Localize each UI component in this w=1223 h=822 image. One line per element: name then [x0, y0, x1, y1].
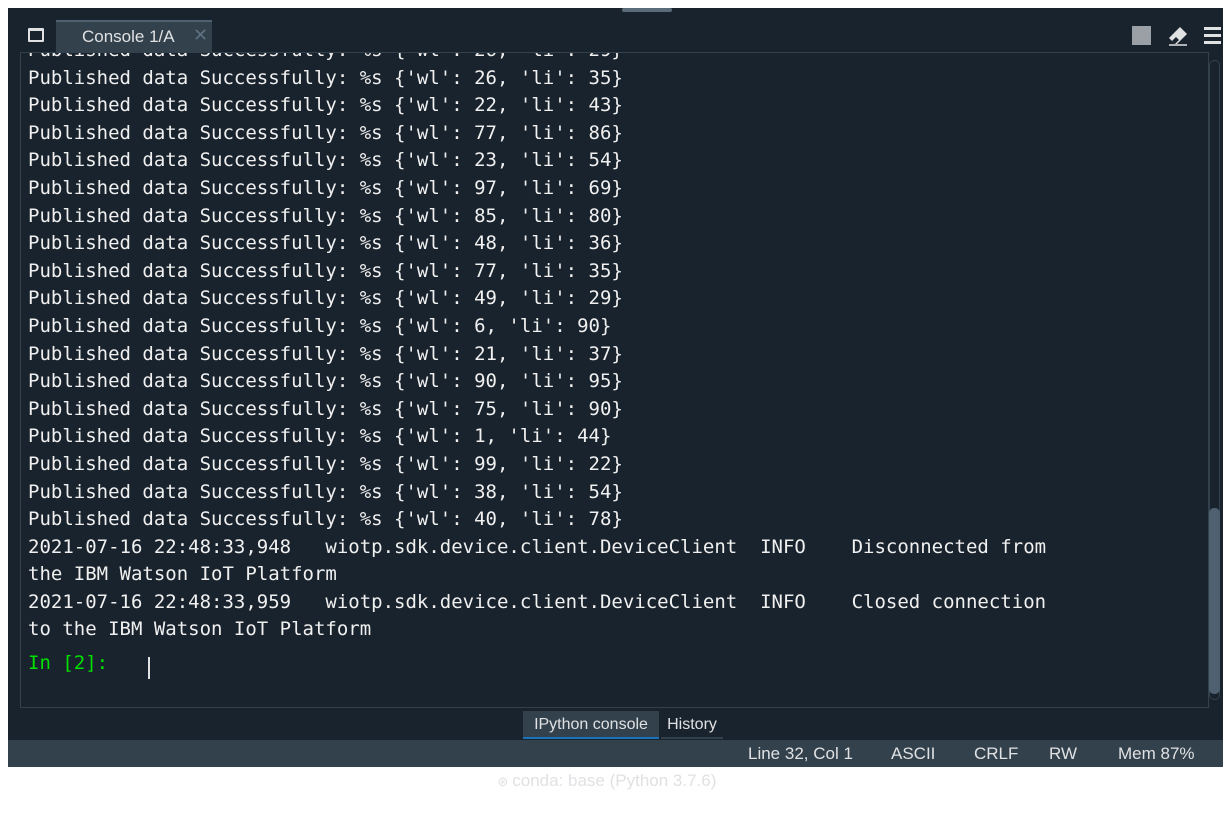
console-line: Published data Successfully: %s {'wl': 4…: [28, 287, 623, 310]
console-line: Published data Successfully: %s {'wl': 4…: [28, 232, 623, 255]
window-icon[interactable]: [28, 28, 44, 42]
status-memory: Mem 87%: [1118, 744, 1195, 763]
hamburger-menu-icon[interactable]: [1204, 27, 1221, 45]
status-permissions: RW: [1049, 744, 1078, 763]
console-line: to the IBM Watson IoT Platform: [28, 618, 372, 641]
console-line: Published data Successfully: %s {'wl': 3…: [28, 480, 623, 503]
console-line: Published data Successfully: %s {'wl': 7…: [28, 121, 623, 144]
console-line: Published data Successfully: %s {'wl': 7…: [28, 259, 623, 282]
spyder-console-window: Console 1/A ✕ Published data Successfull…: [0, 0, 1223, 790]
console-tab-bar: Console 1/A ✕: [20, 20, 1223, 52]
console-line: Published data Successfully: %s {'wl': 2…: [28, 94, 623, 117]
pane-resize-handle[interactable]: [622, 8, 672, 12]
conda-icon: ⊛: [497, 774, 509, 789]
status-conda-env: ⊛ conda: base (Python 3.7.6): [469, 740, 716, 790]
console-line: Published data Successfully: %s {'wl': 1…: [28, 425, 612, 448]
console-line: Published data Successfully: %s {'wl': 7…: [28, 397, 623, 420]
console-line: Published data Successfully: %s {'wl': 6…: [28, 314, 612, 337]
console-line: Published data Successfully: %s {'wl': 2…: [28, 66, 623, 89]
console-line: 2021-07-16 22:48:33,948 wiotp.sdk.device…: [28, 535, 1047, 558]
console-line: Published data Successfully: %s {'wl': 8…: [28, 204, 623, 227]
tab-console-1a[interactable]: Console 1/A ✕: [56, 20, 212, 52]
scrollbar-thumb[interactable]: [1209, 508, 1220, 694]
status-conda-label: conda: base (Python 3.7.6): [512, 771, 717, 790]
close-icon[interactable]: ✕: [193, 26, 208, 46]
status-encoding: ASCII: [891, 744, 936, 763]
input-prompt: In [2]:: [28, 652, 120, 674]
tab-ipython-console[interactable]: IPython console: [523, 711, 659, 739]
status-eol: CRLF: [974, 744, 1019, 763]
console-output-lines: Published data Successfully: %s {'wl': 2…: [28, 53, 1047, 672]
eraser-icon[interactable]: [1168, 26, 1188, 46]
status-bar: ⊛ conda: base (Python 3.7.6) Line 32, Col…: [8, 740, 1223, 790]
stop-icon[interactable]: [1132, 26, 1151, 45]
console-line: Published data Successfully: %s {'wl': 9…: [28, 452, 623, 475]
console-line: Published data Successfully: %s {'wl': 9…: [28, 176, 623, 199]
text-cursor: [148, 657, 150, 679]
ipython-console-output[interactable]: Published data Successfully: %s {'wl': 2…: [20, 52, 1209, 708]
console-line: Published data Successfully: %s {'wl': 2…: [28, 53, 1046, 65]
console-line: Published data Successfully: %s {'wl': 4…: [28, 508, 623, 531]
console-line: 2021-07-16 22:48:33,959 wiotp.sdk.device…: [28, 590, 1047, 613]
tab-history[interactable]: History: [661, 711, 723, 739]
console-line: Published data Successfully: %s {'wl': 2…: [28, 149, 623, 172]
console-line: Published data Successfully: %s {'wl': 9…: [28, 370, 623, 393]
console-line: Published data Successfully: %s {'wl': 2…: [28, 342, 623, 365]
console-tab-label: Console 1/A: [82, 27, 175, 46]
status-cursor-position: Line 32, Col 1: [748, 744, 853, 763]
console-line: the IBM Watson IoT Platform: [28, 563, 337, 586]
